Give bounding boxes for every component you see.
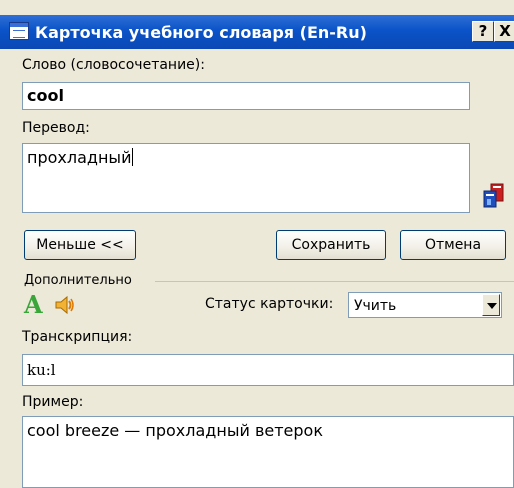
dictionary-window-icon <box>9 22 29 40</box>
transcription-label: Транскрипция: <box>22 329 133 345</box>
close-button[interactable]: X <box>494 21 514 42</box>
status-select[interactable]: Учить <box>348 292 502 318</box>
example-input[interactable]: cool breeze — прохладный ветерок <box>22 416 514 488</box>
save-button[interactable]: Сохранить <box>276 230 386 260</box>
cancel-button[interactable]: Отмена <box>400 230 506 260</box>
text-cursor <box>132 148 134 166</box>
dictionary-books-icon[interactable] <box>482 183 506 209</box>
extra-group-label: Дополнительно <box>24 273 132 288</box>
group-divider <box>155 281 514 282</box>
speaker-icon[interactable] <box>54 294 76 316</box>
translation-label: Перевод: <box>22 120 90 136</box>
example-label: Пример: <box>22 394 84 410</box>
status-label: Статус карточки: <box>205 296 334 312</box>
translation-input[interactable]: прохладный <box>22 143 470 213</box>
title-bar[interactable]: Карточка учебного словаря (En-Ru) ? X <box>0 15 514 49</box>
status-select-value: Учить <box>354 298 397 314</box>
window-title: Карточка учебного словаря (En-Ru) <box>35 23 367 42</box>
less-button[interactable]: Меньше << <box>24 230 136 260</box>
translation-text: прохладный <box>27 148 132 167</box>
word-label: Слово (словосочетание): <box>22 57 205 73</box>
help-button[interactable]: ? <box>472 21 494 42</box>
font-letter-icon[interactable]: A <box>24 292 44 318</box>
word-input[interactable]: cool <box>22 82 470 110</box>
chevron-down-icon[interactable] <box>482 294 500 316</box>
transcription-input[interactable]: ku:l <box>22 354 514 386</box>
dictionary-card-window: Карточка учебного словаря (En-Ru) ? X Сл… <box>0 0 514 488</box>
